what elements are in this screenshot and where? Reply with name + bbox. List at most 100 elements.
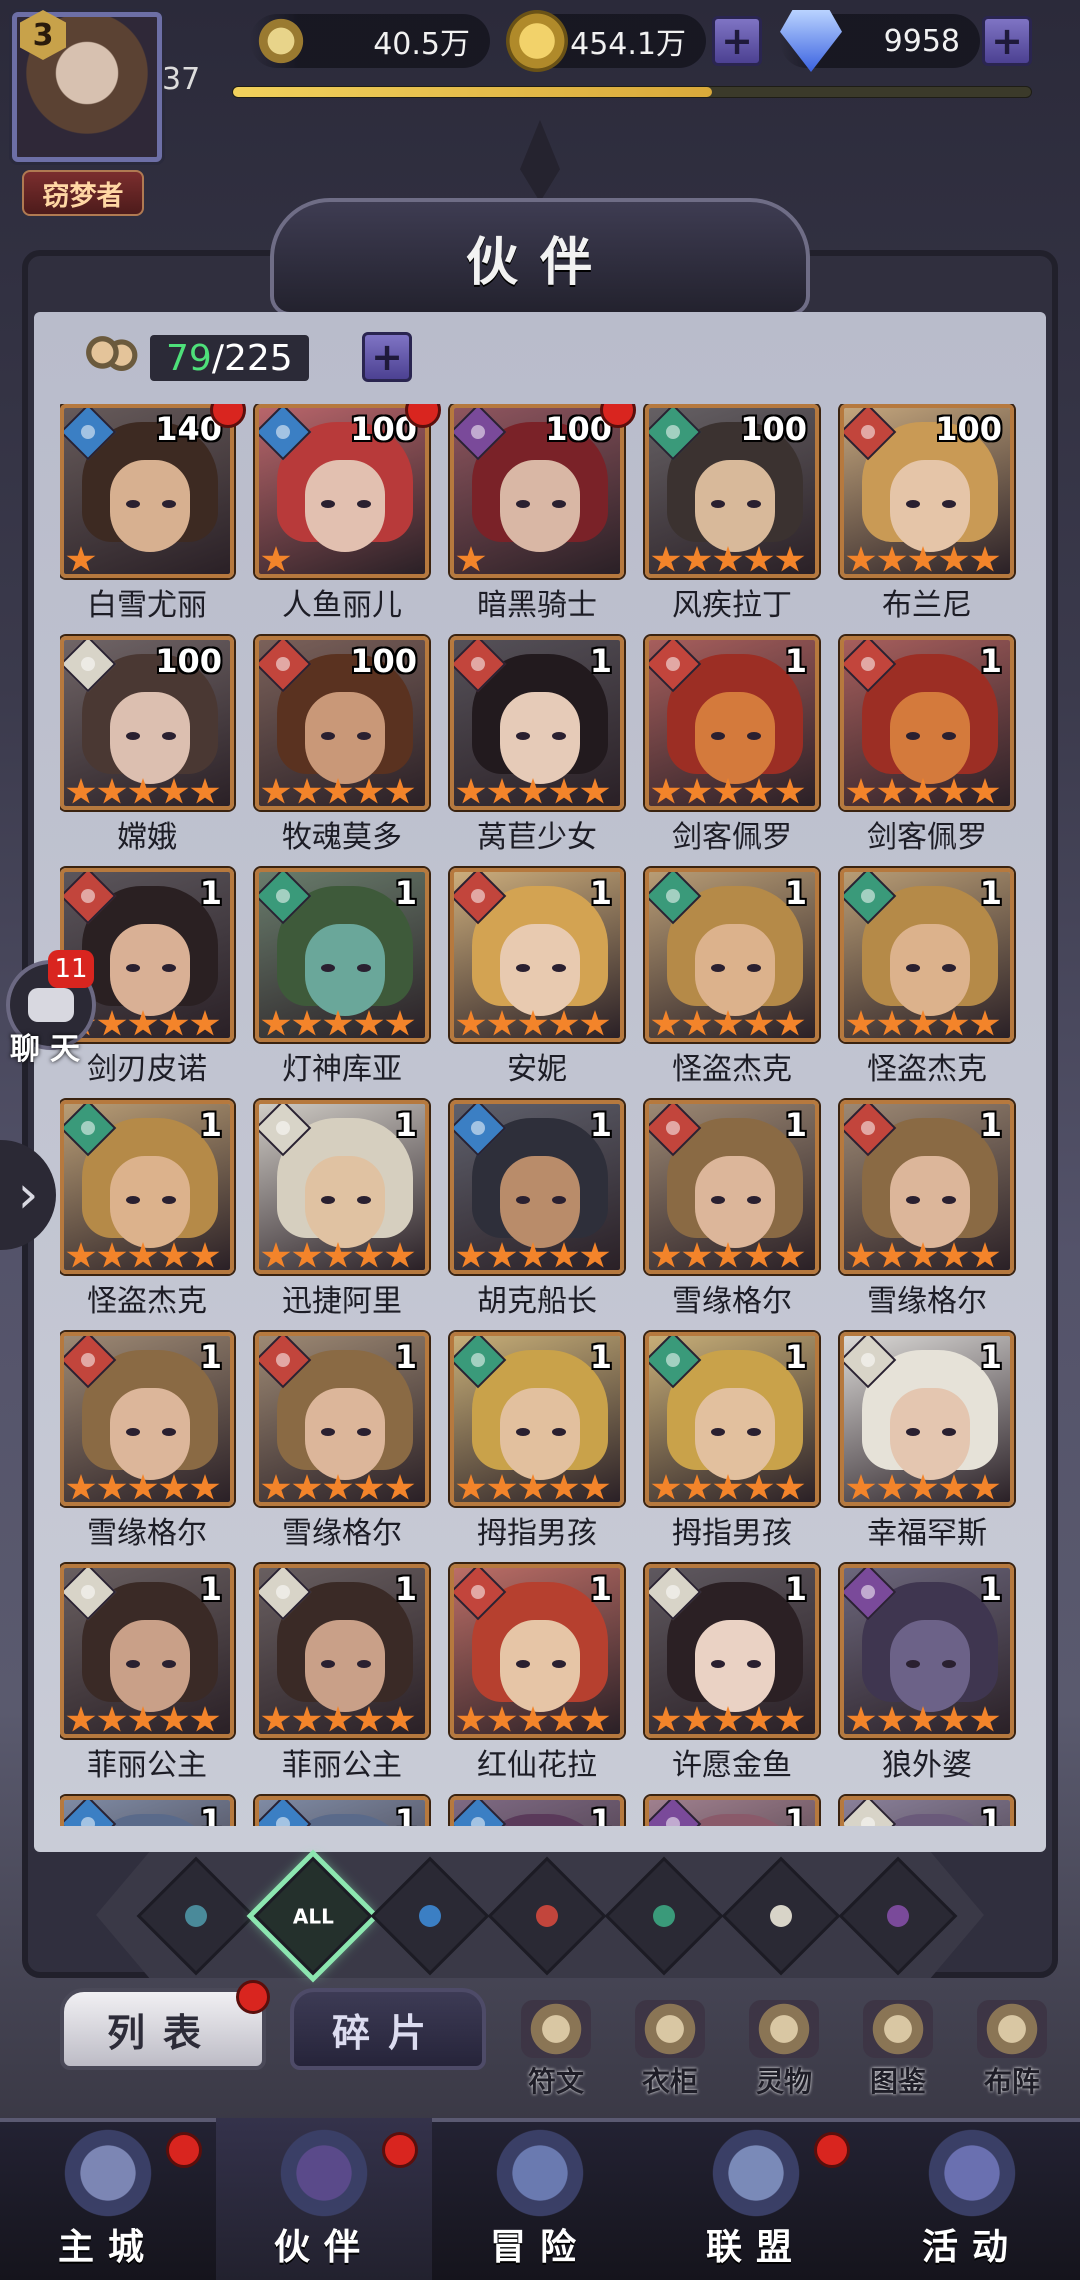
- hero-card[interactable]: 1 拇指男孩: [450, 1332, 624, 1552]
- star-icon: [487, 778, 517, 804]
- star-icon: [487, 1010, 517, 1036]
- hero-card[interactable]: 1: [60, 1796, 234, 1826]
- hero-card[interactable]: 1 胡克船长: [450, 1100, 624, 1320]
- tool-label: 图鉴: [869, 2065, 926, 2098]
- star-icon: [518, 1242, 548, 1268]
- hero-face: [305, 1156, 385, 1248]
- hero-level: 1: [394, 1570, 417, 1608]
- hero-card[interactable]: 1: [645, 1796, 819, 1826]
- star-icon: [66, 1706, 96, 1732]
- hero-portrait-frame: 100: [840, 404, 1014, 578]
- tab-fragments[interactable]: 碎片: [290, 1988, 486, 2070]
- hero-card[interactable]: 1 菲丽公主: [60, 1564, 234, 1784]
- star-icon: [518, 1010, 548, 1036]
- hero-card[interactable]: 1 拇指男孩: [645, 1332, 819, 1552]
- hero-eye: [906, 964, 920, 972]
- hero-level: 1: [979, 1106, 1002, 1144]
- hero-stars: [846, 1242, 1000, 1268]
- hero-card[interactable]: 1 灯神库亚: [255, 868, 429, 1088]
- hero-card[interactable]: 1 狼外婆: [840, 1564, 1014, 1784]
- hero-face: [890, 924, 970, 1016]
- hero-card[interactable]: 1: [840, 1796, 1014, 1826]
- hero-level: 1: [589, 642, 612, 680]
- hero-eye: [942, 1660, 956, 1668]
- nav-label: 主城: [57, 2227, 158, 2268]
- star-icon: [190, 1010, 220, 1036]
- hero-card[interactable]: 1 雪缘格尔: [840, 1100, 1014, 1320]
- hero-card[interactable]: 1 莴苣少女: [450, 636, 624, 856]
- hero-level: 100: [935, 410, 1002, 448]
- gold-add-button[interactable]: +: [712, 16, 762, 66]
- hero-card[interactable]: 1 迅捷阿里: [255, 1100, 429, 1320]
- hero-level: 1: [589, 1338, 612, 1376]
- star-icon: [97, 1706, 127, 1732]
- hero-eye: [126, 732, 140, 740]
- hero-card[interactable]: 1 怪盗杰克: [60, 1100, 234, 1320]
- star-icon: [744, 546, 774, 572]
- hero-card[interactable]: 100 嫦娥: [60, 636, 234, 856]
- hero-card[interactable]: 100 人鱼丽儿: [255, 404, 441, 624]
- star-icon: [97, 1474, 127, 1500]
- tab-list[interactable]: 列表: [60, 1988, 266, 2070]
- hero-eye: [321, 1196, 335, 1204]
- tool-label: 灵物: [755, 2065, 812, 2098]
- hero-card[interactable]: 100 风疾拉丁: [645, 404, 819, 624]
- hero-card[interactable]: 100 牧魂莫多: [255, 636, 429, 856]
- hero-stars: [66, 1242, 220, 1268]
- hero-card[interactable]: 1 红仙花拉: [450, 1564, 624, 1784]
- hero-face: [890, 1620, 970, 1712]
- nav-icon: [53, 2118, 163, 2218]
- hero-name: 安妮: [507, 1052, 567, 1087]
- nav-item[interactable]: 冒险: [432, 2118, 648, 2280]
- tool-button[interactable]: 符文: [508, 2000, 604, 2100]
- nav-item[interactable]: 活动: [864, 2118, 1080, 2280]
- tool-button[interactable]: 图鉴: [850, 2000, 946, 2100]
- water-icon: [419, 1905, 441, 1927]
- hero-eye: [711, 1196, 725, 1204]
- hero-card[interactable]: 1: [255, 1796, 429, 1826]
- star-icon: [713, 546, 743, 572]
- hero-name: 雪缘格尔: [87, 1516, 207, 1551]
- expand-capacity-button[interactable]: +: [362, 332, 412, 382]
- hero-card[interactable]: 1 许愿金鱼: [645, 1564, 819, 1784]
- hero-name: 暗黑骑士: [477, 588, 597, 623]
- star-icon: [775, 546, 805, 572]
- hero-card[interactable]: 100 布兰尼: [840, 404, 1014, 624]
- diamond-add-button[interactable]: +: [982, 16, 1032, 66]
- hero-card[interactable]: 1 剑客佩罗: [840, 636, 1014, 856]
- chat-unread-badge: 11: [48, 950, 94, 988]
- star-icon: [877, 1706, 907, 1732]
- star-icon: [651, 1706, 681, 1732]
- power-stat: 40.5万: [250, 10, 490, 72]
- hero-card[interactable]: 1 怪盗杰克: [840, 868, 1014, 1088]
- star-icon: [354, 1474, 384, 1500]
- hero-eye: [357, 732, 371, 740]
- hero-portrait-frame: 100: [60, 636, 234, 810]
- hero-card[interactable]: 1 安妮: [450, 868, 624, 1088]
- player-title-badge[interactable]: 窃梦者: [22, 170, 144, 216]
- hero-card[interactable]: 1 菲丽公主: [255, 1564, 429, 1784]
- tool-button[interactable]: 衣柜: [622, 2000, 718, 2100]
- star-icon: [939, 1242, 969, 1268]
- hero-card[interactable]: 1 雪缘格尔: [60, 1332, 234, 1552]
- hero-eye: [516, 1196, 530, 1204]
- hero-level: 1: [784, 642, 807, 680]
- hero-card[interactable]: 1 剑客佩罗: [645, 636, 819, 856]
- hero-eye: [126, 964, 140, 972]
- hero-card[interactable]: 1 怪盗杰克: [645, 868, 819, 1088]
- tool-button[interactable]: 布阵: [964, 2000, 1060, 2100]
- hero-eye: [126, 1428, 140, 1436]
- companion-count-current: 79: [166, 337, 212, 379]
- hero-face: [890, 460, 970, 552]
- hero-card[interactable]: 1: [450, 1796, 624, 1826]
- hero-level: 1: [784, 1802, 807, 1826]
- hero-card[interactable]: 1 幸福罕斯: [840, 1332, 1014, 1552]
- hero-card[interactable]: 140 白雪尤丽: [60, 404, 246, 624]
- star-icon: [744, 1706, 774, 1732]
- hero-card[interactable]: 1 雪缘格尔: [255, 1332, 429, 1552]
- hero-card[interactable]: 1 雪缘格尔: [645, 1100, 819, 1320]
- hero-eye: [942, 732, 956, 740]
- hero-card[interactable]: 100 暗黑骑士: [450, 404, 636, 624]
- nav-label: 伙伴: [273, 2227, 374, 2268]
- tool-button[interactable]: 灵物: [736, 2000, 832, 2100]
